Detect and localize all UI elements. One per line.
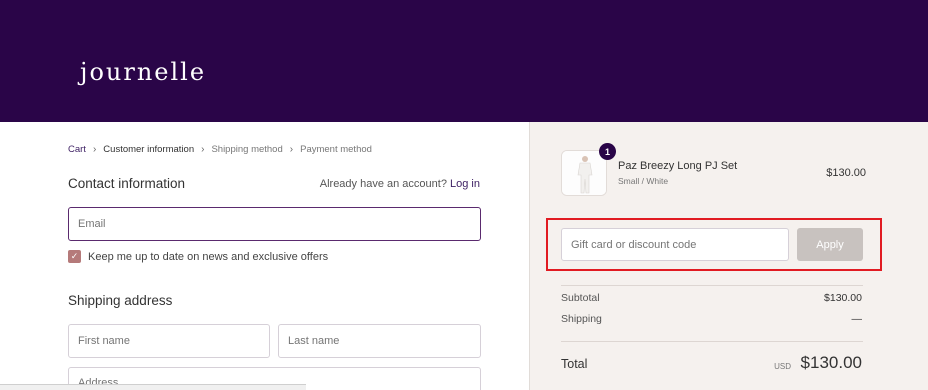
first-name-field[interactable] xyxy=(68,324,270,358)
total-value: $130.00 xyxy=(800,353,862,372)
product-name: Paz Breezy Long PJ Set xyxy=(618,160,738,172)
shipping-label: Shipping xyxy=(561,313,602,325)
subtotal-value: $130.00 xyxy=(824,292,862,304)
email-field[interactable] xyxy=(68,207,481,241)
contact-information-title: Contact information xyxy=(68,176,186,191)
newsletter-checkbox[interactable]: ✓ xyxy=(68,250,81,263)
shipping-value: — xyxy=(851,313,863,325)
chevron-right-icon: › xyxy=(92,144,97,155)
checkout-main: Cart › Customer information › Shipping m… xyxy=(0,122,529,390)
shipping-address-title: Shipping address xyxy=(68,293,173,308)
breadcrumb-customer-information: Customer information xyxy=(103,144,195,155)
discount-code-field[interactable] xyxy=(561,228,789,261)
site-header: journelle xyxy=(0,0,928,122)
total-currency: USD xyxy=(774,362,791,371)
breadcrumb-cart[interactable]: Cart xyxy=(68,144,86,155)
pajama-set-image xyxy=(562,151,606,195)
first-name-input[interactable] xyxy=(78,335,269,347)
last-name-field[interactable] xyxy=(278,324,481,358)
chevron-right-icon: › xyxy=(201,144,205,155)
last-name-input[interactable] xyxy=(288,335,480,347)
product-price: $130.00 xyxy=(826,167,866,179)
apply-discount-button[interactable]: Apply xyxy=(797,228,863,261)
breadcrumb-shipping-method: Shipping method xyxy=(211,144,283,155)
order-line-item: 1 Paz Breezy Long PJ Set Small / White $… xyxy=(561,143,866,196)
account-prompt-text: Already have an account? xyxy=(319,178,447,190)
email-input[interactable] xyxy=(78,218,480,230)
login-prompt: Already have an account? Log in xyxy=(320,178,480,190)
product-variant: Small / White xyxy=(618,176,669,186)
chevron-right-icon: › xyxy=(289,144,294,155)
newsletter-option[interactable]: ✓ Keep me up to date on news and exclusi… xyxy=(68,250,328,263)
total-divider xyxy=(561,341,863,342)
order-summary: 1 Paz Breezy Long PJ Set Small / White $… xyxy=(529,122,928,390)
login-link[interactable]: Log in xyxy=(450,178,480,190)
total-label: Total xyxy=(561,357,588,371)
brand-logo[interactable]: journelle xyxy=(80,58,206,86)
subtotal-label: Subtotal xyxy=(561,292,600,304)
discount-code-input[interactable] xyxy=(571,238,788,251)
breadcrumb-payment-method: Payment method xyxy=(300,144,372,155)
newsletter-label: Keep me up to date on news and exclusive… xyxy=(88,250,329,263)
summary-divider xyxy=(561,285,863,286)
breadcrumb: Cart › Customer information › Shipping m… xyxy=(68,144,372,155)
quantity-badge: 1 xyxy=(599,143,616,160)
status-bar xyxy=(0,384,306,390)
